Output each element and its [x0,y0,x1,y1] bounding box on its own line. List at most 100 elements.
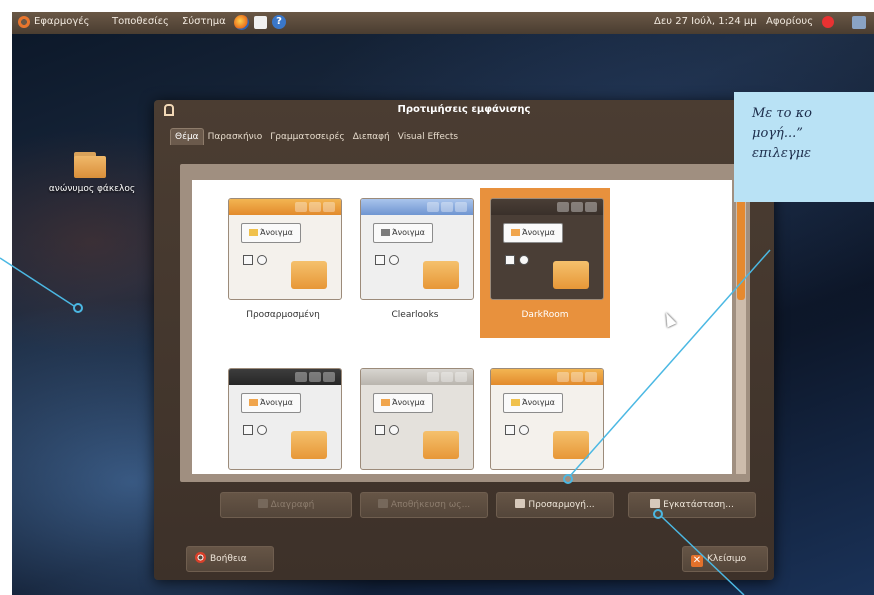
preview-folder-icon [553,431,589,459]
close-button-label: Κλείσιμο [707,554,747,564]
tab-theme[interactable]: Θέμα [170,128,204,145]
theme-preview: Άνοιγμα [228,198,342,300]
preview-button-label: Άνοιγμα [522,398,555,407]
help-icon[interactable]: ? [272,15,286,29]
ubuntu-logo-icon[interactable] [18,16,30,28]
preview-folder-icon [291,261,327,289]
callout-text: Με το κο μογή...” επιλεγμε [752,106,812,161]
preview-open-button: Άνοιγμα [241,393,301,413]
preview-open-button: Άνοιγμα [503,223,563,243]
theme-preview: Άνοιγμα [228,368,342,470]
preview-folder-icon [553,261,589,289]
tab-interface[interactable]: Διεπαφή [349,129,394,145]
menu-applications[interactable]: Εφαρμογές [34,16,90,27]
theme-item[interactable]: Άνοιγμα DarkRoom [480,188,610,338]
theme-item[interactable]: Άνοιγμα Προσαρμοσμένη [218,188,348,338]
save-as-button-label: Αποθήκευση ως... [390,500,471,510]
theme-preview: Άνοιγμα [360,198,474,300]
preview-folder-icon [511,399,521,406]
preview-folder-icon [291,431,327,459]
mail-icon[interactable] [254,16,267,29]
preview-checkbox [243,425,253,435]
theme-item[interactable]: Άνοιγμα [350,358,480,474]
preview-checkbox [375,255,385,265]
preview-folder-icon [423,431,459,459]
preview-button-label: Άνοιγμα [522,228,555,237]
delete-button[interactable]: Διαγραφή [220,492,352,518]
preview-radio [519,255,529,265]
preview-titlebar [491,369,603,385]
tab-visual-effects[interactable]: Visual Effects [394,129,462,145]
top-panel: Εφαρμογές Τοποθεσίες Σύστημα ? Δευ 27 Ιο… [12,12,874,34]
preview-checkbox [505,425,515,435]
scrollbar-thumb[interactable] [737,190,745,300]
preview-checkbox [375,425,385,435]
theme-preview: Άνοιγμα [490,198,604,300]
preview-titlebar [491,199,603,215]
user-name[interactable]: Αφορίους [766,16,813,27]
theme-label: Προσαρμοσμένη [246,310,320,320]
lifebuoy-icon [195,552,206,563]
preview-titlebar [229,369,341,385]
menu-system[interactable]: Σύστημα [182,16,226,27]
save-as-button[interactable]: Αποθήκευση ως... [360,492,488,518]
tab-background[interactable]: Παρασκήνιο [204,129,267,145]
firefox-icon[interactable] [234,15,249,30]
preview-radio [389,255,399,265]
theme-label: DarkRoom [521,310,569,320]
appearance-preferences-dialog: Προτιμήσεις εμφάνισης Θέμα Παρασκήνιο Γραμ… [154,100,774,580]
preview-button-label: Άνοιγμα [392,398,425,407]
preview-button-label: Άνοιγμα [260,228,293,237]
preview-folder-icon [249,399,259,406]
preview-folder-icon [423,261,459,289]
close-icon: ✕ [691,555,703,567]
preview-titlebar [361,369,473,385]
preview-button-label: Άνοιγμα [392,228,425,237]
preview-titlebar [361,199,473,215]
clock[interactable]: Δευ 27 Ιούλ, 1:24 μμ [654,16,757,27]
theme-scrollbar[interactable] [736,180,746,474]
install-button[interactable]: Εγκατάσταση... [628,492,756,518]
help-button[interactable]: Βοήθεια [186,546,274,572]
preview-folder-icon [381,399,391,406]
preview-checkbox [243,255,253,265]
preview-titlebar [229,199,341,215]
theme-item[interactable]: Άνοιγμα [480,358,610,474]
preview-radio [389,425,399,435]
customize-icon [515,499,526,508]
install-button-label: Εγκατάσταση... [663,500,734,510]
close-button[interactable]: ✕ Κλείσιμο [682,546,768,572]
preview-open-button: Άνοιγμα [503,393,563,413]
tab-fonts[interactable]: Γραμματοσειρές [266,129,348,145]
install-icon [650,499,661,508]
theme-grid: Άνοιγμα Προσαρμοσμένη Άνοιγμα Clearlooks Άνο… [192,180,732,474]
save-icon [377,499,388,508]
preview-folder-icon [511,229,521,236]
preview-open-button: Άνοιγμα [373,393,433,413]
power-icon[interactable] [822,16,834,28]
customize-button[interactable]: Προσαρμογή... [496,492,614,518]
theme-item[interactable]: Άνοιγμα [218,358,348,474]
dialog-title: Προτιμήσεις εμφάνισης [397,104,531,115]
delete-button-label: Διαγραφή [270,500,315,510]
network-icon[interactable] [852,16,866,29]
preview-open-button: Άνοιγμα [373,223,433,243]
menu-places[interactable]: Τοποθεσίες [112,16,169,27]
theme-item[interactable]: Άνοιγμα Clearlooks [350,188,480,338]
tab-bar: Θέμα Παρασκήνιο Γραμματοσειρές Διεπαφή Visua… [170,128,462,146]
theme-preview: Άνοιγμα [490,368,604,470]
preview-button-label: Άνοιγμα [260,398,293,407]
desktop-folder-icon[interactable] [74,152,106,178]
theme-actions: Διαγραφή Αποθήκευση ως... Προσαρμογή... … [214,492,764,518]
preview-open-button: Άνοιγμα [241,223,301,243]
theme-preview: Άνοιγμα [360,368,474,470]
preview-checkbox [505,255,515,265]
customize-button-label: Προσαρμογή... [528,500,595,510]
theme-label: Clearlooks [391,310,439,320]
preview-folder-icon [381,229,391,236]
preview-folder-icon [249,229,259,236]
help-button-label: Βοήθεια [210,554,247,564]
desktop-folder-label: ανώνυμος φάκελος [48,184,136,194]
annotation-callout: Με το κο μογή...” επιλεγμε [734,92,874,202]
trash-icon [257,499,268,508]
